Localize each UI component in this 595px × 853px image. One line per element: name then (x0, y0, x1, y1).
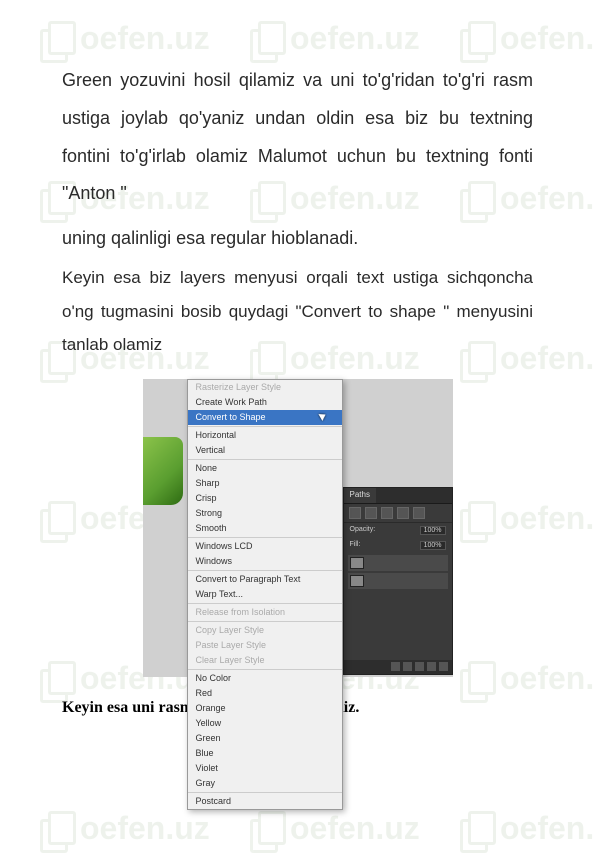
tool-icon[interactable] (365, 507, 377, 519)
menu-item[interactable]: Windows LCD (188, 539, 342, 554)
menu-item[interactable]: Orange (188, 701, 342, 716)
menu-separator (188, 570, 342, 571)
menu-item[interactable]: Violet (188, 761, 342, 776)
paragraph-2: uning qalinligi esa regular hioblanadi. (62, 221, 533, 255)
layers-list (344, 553, 452, 593)
menu-item[interactable]: No Color (188, 671, 342, 686)
fill-value[interactable]: 100% (420, 541, 446, 550)
menu-item[interactable]: None (188, 461, 342, 476)
menu-separator (188, 621, 342, 622)
menu-item[interactable]: Horizontal (188, 428, 342, 443)
menu-item[interactable]: Vertical (188, 443, 342, 458)
menu-item[interactable]: Postcard (188, 794, 342, 809)
watermark: oefen.uz (460, 810, 595, 847)
cursor-icon (318, 411, 327, 421)
menu-item: Copy Layer Style (188, 623, 342, 638)
menu-item[interactable]: Sharp (188, 476, 342, 491)
menu-separator (188, 792, 342, 793)
trash-icon[interactable] (439, 662, 448, 671)
opacity-label: Opacity: (350, 526, 376, 535)
page-content: Green yozuvini hosil qilamiz va uni to'g… (0, 0, 595, 757)
tool-icon[interactable] (397, 507, 409, 519)
menu-item[interactable]: Create Work Path (188, 395, 342, 410)
menu-item[interactable]: Green (188, 731, 342, 746)
menu-separator (188, 426, 342, 427)
watermark: oefen.uz (40, 810, 210, 847)
layers-panel: Paths Opacity: 100% Fill: 100% (343, 487, 453, 675)
menu-item: Release from Isolation (188, 605, 342, 620)
menu-item[interactable]: Warp Text... (188, 587, 342, 602)
menu-item: Paste Layer Style (188, 638, 342, 653)
menu-item[interactable]: Strong (188, 506, 342, 521)
tool-icon[interactable] (413, 507, 425, 519)
menu-item: Clear Layer Style (188, 653, 342, 668)
menu-item[interactable]: Crisp (188, 491, 342, 506)
filter-icon[interactable] (349, 507, 361, 519)
layer-thumb (350, 557, 364, 569)
fill-label: Fill: (350, 541, 361, 550)
paragraph-1: Green yozuvini hosil qilamiz va uni to'g… (62, 62, 533, 213)
panel-toolbar (344, 504, 452, 523)
new-layer-icon[interactable] (427, 662, 436, 671)
menu-separator (188, 537, 342, 538)
menu-item[interactable]: Yellow (188, 716, 342, 731)
menu-separator (188, 669, 342, 670)
opacity-value[interactable]: 100% (420, 526, 446, 535)
menu-item[interactable]: Windows (188, 554, 342, 569)
leaf-image (143, 437, 183, 505)
layer-thumb (350, 575, 364, 587)
fx-icon[interactable] (391, 662, 400, 671)
menu-item[interactable]: Convert to Paragraph Text (188, 572, 342, 587)
mask-icon[interactable] (403, 662, 412, 671)
layer-row[interactable] (348, 573, 448, 589)
panel-tab[interactable]: Paths (344, 488, 376, 503)
menu-item[interactable]: Blue (188, 746, 342, 761)
panel-footer (344, 660, 452, 674)
tool-icon[interactable] (381, 507, 393, 519)
menu-item[interactable]: Smooth (188, 521, 342, 536)
watermark: oefen.uz (250, 810, 420, 847)
menu-item[interactable]: Convert to Shape (188, 410, 342, 425)
menu-item[interactable]: Red (188, 686, 342, 701)
menu-separator (188, 459, 342, 460)
menu-item: Rasterize Layer Style (188, 380, 342, 395)
screenshot-figure: Rasterize Layer StyleCreate Work PathCon… (62, 379, 533, 677)
layer-row[interactable] (348, 555, 448, 571)
menu-separator (188, 603, 342, 604)
folder-icon[interactable] (415, 662, 424, 671)
menu-item[interactable]: Gray (188, 776, 342, 791)
paragraph-3: Keyin esa biz layers menyusi orqali text… (62, 261, 533, 360)
context-menu: Rasterize Layer StyleCreate Work PathCon… (187, 379, 343, 810)
